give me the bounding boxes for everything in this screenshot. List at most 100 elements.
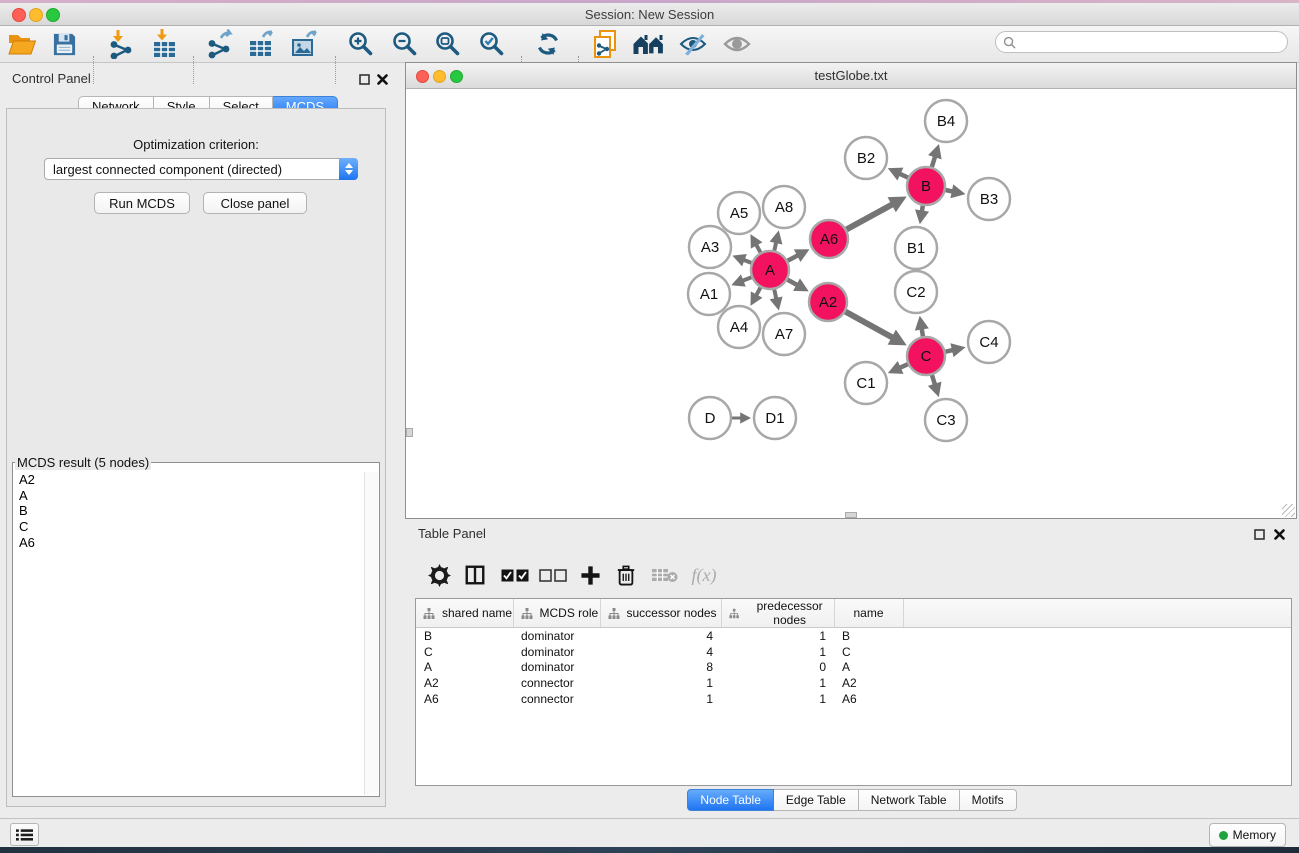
tab-node-table[interactable]: Node Table <box>687 789 774 811</box>
network-graph[interactable]: B4B2BB3A5A8A6B1A3AA1C2A2A4A7C4CC1C3DD1 <box>406 89 1296 518</box>
search-input[interactable] <box>1021 34 1287 50</box>
table-row[interactable]: A2connector11A2 <box>416 675 1291 691</box>
left-pane-handle[interactable] <box>406 428 413 437</box>
graph-node-label: A4 <box>730 319 748 336</box>
table-cell[interactable]: A <box>834 659 903 675</box>
resize-grip-icon[interactable] <box>1282 504 1295 517</box>
graph-node-label: A1 <box>700 286 718 303</box>
mcds-result-item[interactable]: A2 <box>19 472 364 488</box>
graph-edge-arrowhead <box>950 343 965 357</box>
optimization-criterion-dropdown[interactable]: largest connected component (directed) <box>44 158 358 180</box>
column-header-predecessor-nodes[interactable]: predecessor nodes <box>721 599 834 628</box>
select-all-icon[interactable] <box>499 560 531 590</box>
table-row[interactable]: Adominator80A <box>416 659 1291 675</box>
graph-node-label: D1 <box>765 410 784 427</box>
graph-edge-arrowhead <box>915 209 929 224</box>
table-cell[interactable]: 0 <box>721 659 834 675</box>
table-panel-tabs: Node TableEdge TableNetwork TableMotifs <box>405 789 1299 811</box>
open-file-icon[interactable] <box>5 28 39 60</box>
table-cell[interactable]: C <box>834 644 903 660</box>
table-cell[interactable]: connector <box>513 691 600 707</box>
table-cell[interactable]: A6 <box>834 691 903 707</box>
graph-node-label: A2 <box>819 294 837 311</box>
table-panel-close-icon[interactable] <box>1272 527 1286 541</box>
run-mcds-button[interactable]: Run MCDS <box>94 192 190 214</box>
table-cell[interactable]: A <box>416 659 513 675</box>
delete-column-icon[interactable] <box>611 560 641 590</box>
table-cell[interactable]: A2 <box>416 675 513 691</box>
mcds-result-item[interactable]: C <box>19 519 364 535</box>
table-cell[interactable]: 4 <box>600 644 721 660</box>
deselect-all-icon[interactable] <box>537 560 569 590</box>
home-icon[interactable] <box>632 28 666 60</box>
column-header-shared-name[interactable]: shared name <box>416 599 513 628</box>
table-row[interactable]: Bdominator41B <box>416 628 1291 644</box>
save-session-icon[interactable] <box>47 28 81 60</box>
new-network-from-file-icon[interactable] <box>588 28 622 60</box>
delete-table-icon[interactable] <box>648 560 680 590</box>
table-row[interactable]: A6connector11A6 <box>416 691 1291 707</box>
column-header-successor-nodes[interactable]: successor nodes <box>600 599 721 628</box>
tab-edge-table[interactable]: Edge Table <box>774 789 859 811</box>
hide-details-icon[interactable] <box>676 28 710 60</box>
table-cell[interactable]: 1 <box>721 691 834 707</box>
settings-gear-icon[interactable] <box>425 560 453 590</box>
table-cell[interactable]: dominator <box>513 644 600 660</box>
import-network-icon[interactable] <box>104 28 138 60</box>
tab-network-table[interactable]: Network Table <box>859 789 960 811</box>
table-cell[interactable]: 8 <box>600 659 721 675</box>
export-table-icon[interactable] <box>244 28 278 60</box>
zoom-in-icon[interactable] <box>344 28 378 60</box>
table-cell[interactable]: B <box>834 628 903 644</box>
table-cell[interactable]: 4 <box>600 628 721 644</box>
mcds-result-item[interactable]: A <box>19 488 364 504</box>
graph-node-label: A7 <box>775 326 793 343</box>
table-row[interactable]: Cdominator41C <box>416 644 1291 660</box>
table-cell[interactable]: connector <box>513 675 600 691</box>
show-graphics-details-icon[interactable] <box>720 28 754 60</box>
table-cell[interactable]: 1 <box>721 644 834 660</box>
table-cell[interactable]: dominator <box>513 628 600 644</box>
attribute-tree-icon <box>608 608 620 619</box>
node-table[interactable]: shared name MCDS role successor nodes pr… <box>415 598 1292 786</box>
close-panel-button[interactable]: Close panel <box>203 192 307 214</box>
bottom-pane-handle[interactable] <box>845 512 857 518</box>
column-header-MCDS-role[interactable]: MCDS role <box>513 599 600 628</box>
export-network-icon[interactable] <box>202 28 236 60</box>
table-cell[interactable]: 1 <box>721 628 834 644</box>
mcds-result-scrollbar[interactable] <box>364 472 378 795</box>
tab-motifs[interactable]: Motifs <box>960 789 1017 811</box>
export-image-icon[interactable] <box>288 28 322 60</box>
search-field[interactable] <box>995 31 1288 53</box>
table-panel-float-icon[interactable] <box>1252 527 1266 541</box>
task-history-button[interactable] <box>10 823 39 846</box>
graph-node-label: C <box>921 348 932 365</box>
control-panel-close-icon[interactable] <box>375 72 389 86</box>
add-column-icon[interactable] <box>575 560 605 590</box>
mcds-result-item[interactable]: B <box>19 503 364 519</box>
table-cell[interactable]: A6 <box>416 691 513 707</box>
table-cell[interactable]: A2 <box>834 675 903 691</box>
memory-button[interactable]: Memory <box>1209 823 1286 847</box>
import-table-icon[interactable] <box>148 28 182 60</box>
network-canvas[interactable]: B4B2BB3A5A8A6B1A3AA1C2A2A4A7C4CC1C3DD1 <box>406 89 1296 518</box>
table-cell[interactable]: 1 <box>600 675 721 691</box>
function-builder-icon[interactable]: f(x) <box>686 560 722 590</box>
zoom-fit-icon[interactable] <box>431 28 465 60</box>
refresh-view-icon[interactable] <box>531 28 565 60</box>
mcds-result-item[interactable]: A6 <box>19 535 364 551</box>
network-window-title: testGlobe.txt <box>406 68 1296 83</box>
table-cell[interactable]: C <box>416 644 513 660</box>
table-cell[interactable]: dominator <box>513 659 600 675</box>
column-header-name[interactable]: name <box>834 599 903 628</box>
table-cell[interactable]: 1 <box>600 691 721 707</box>
main-titlebar: Session: New Session <box>0 3 1299 26</box>
split-panel-icon[interactable] <box>461 560 489 590</box>
table-cell[interactable]: B <box>416 628 513 644</box>
table-cell[interactable]: 1 <box>721 675 834 691</box>
control-panel-float-icon[interactable] <box>357 72 371 86</box>
zoom-out-icon[interactable] <box>388 28 422 60</box>
mcds-result-list[interactable]: A2ABCA6 <box>14 472 364 795</box>
zoom-selected-icon[interactable] <box>475 28 509 60</box>
mcds-panel: Optimization criterion: largest connecte… <box>6 108 386 807</box>
